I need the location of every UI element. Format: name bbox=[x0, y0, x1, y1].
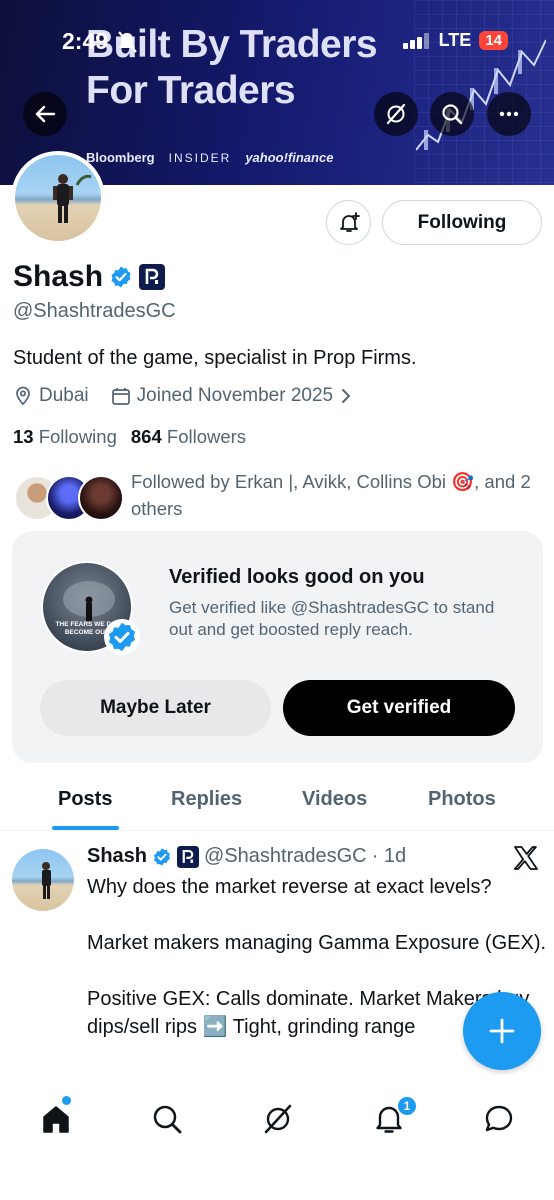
status-time: 2:49 bbox=[62, 28, 109, 54]
profile-meta: Dubai Joined November 2025 bbox=[13, 385, 353, 407]
home-icon bbox=[43, 1106, 69, 1133]
profile-avatar-image bbox=[53, 174, 92, 223]
profile-avatar[interactable] bbox=[11, 151, 105, 245]
profile-name: Shash bbox=[13, 260, 104, 293]
chevron-right-icon[interactable] bbox=[339, 388, 353, 404]
notify-button[interactable] bbox=[326, 200, 371, 245]
grok-icon bbox=[386, 103, 406, 125]
notification-count-badge: 1 bbox=[396, 1095, 418, 1117]
tab-posts[interactable]: Posts bbox=[58, 788, 112, 811]
search-nav-icon bbox=[153, 1105, 182, 1134]
status-indicators: LTE 14 bbox=[402, 30, 508, 51]
followers-count: 864 bbox=[130, 426, 162, 447]
follower-avatar-3 bbox=[78, 475, 124, 521]
nav-search[interactable] bbox=[147, 1101, 187, 1137]
promo-title: Verified looks good on you bbox=[169, 566, 425, 588]
verified-promo-card: THE FEARS WE DON'T BECOME OUR LI Verifie… bbox=[12, 531, 543, 763]
bottom-navigation: 1 bbox=[0, 1075, 554, 1200]
nav-grok[interactable] bbox=[258, 1101, 298, 1137]
tab-photos[interactable]: Photos bbox=[428, 788, 496, 811]
profile-joined[interactable]: Joined November 2025 bbox=[137, 385, 333, 407]
following-button[interactable]: Following bbox=[382, 200, 542, 245]
calendar-icon bbox=[111, 388, 130, 405]
location-icon bbox=[16, 386, 30, 406]
home-new-indicator bbox=[62, 1096, 71, 1105]
banner-logos: Bloomberg INSIDER yahoo!finance bbox=[86, 150, 333, 165]
x-logo-icon[interactable] bbox=[513, 846, 539, 870]
tab-replies[interactable]: Replies bbox=[171, 788, 242, 811]
more-options-button[interactable] bbox=[487, 92, 531, 136]
promo-description: Get verified like @ShashtradesGC to stan… bbox=[169, 598, 495, 639]
more-icon bbox=[499, 111, 519, 117]
profile-bio: Student of the game, specialist in Prop … bbox=[13, 347, 417, 369]
following-count: 13 bbox=[13, 426, 34, 447]
battery-indicator: 14 bbox=[479, 31, 508, 50]
follow-counts: 13 Following 864 Followers bbox=[13, 426, 246, 448]
post-author-name[interactable]: Shash bbox=[87, 845, 147, 868]
post-avatar[interactable] bbox=[12, 849, 74, 911]
back-button[interactable] bbox=[23, 92, 67, 136]
insider-logo: INSIDER bbox=[168, 150, 232, 165]
mute-bell-icon bbox=[118, 31, 137, 53]
post-verified-badge-icon bbox=[154, 847, 170, 866]
signal-icon bbox=[402, 32, 429, 49]
bloomberg-logo: Bloomberg bbox=[86, 150, 155, 165]
search-button[interactable] bbox=[430, 92, 474, 136]
maybe-later-button[interactable]: Maybe Later bbox=[40, 680, 271, 736]
followed-by-avatars[interactable] bbox=[14, 475, 124, 523]
grok-button[interactable] bbox=[374, 92, 418, 136]
profile-name-row: Shash bbox=[13, 260, 166, 294]
active-tab-indicator bbox=[52, 826, 119, 830]
yahoo-finance-logo: yahoo!finance bbox=[245, 150, 334, 165]
profile-tabs: Posts Replies Videos Photos bbox=[0, 770, 554, 831]
nav-messages[interactable] bbox=[479, 1101, 519, 1137]
post-affiliate-badge-icon bbox=[177, 845, 200, 868]
search-icon bbox=[442, 104, 463, 125]
post-time: · 1d bbox=[371, 845, 407, 867]
affiliate-badge-icon[interactable] bbox=[139, 264, 166, 290]
followers-count-link[interactable]: 864 Followers bbox=[131, 426, 246, 448]
compose-post-button[interactable] bbox=[463, 992, 541, 1070]
get-verified-button[interactable]: Get verified bbox=[283, 680, 515, 736]
nav-home[interactable] bbox=[36, 1101, 76, 1137]
promo-verified-badge-icon bbox=[104, 619, 140, 655]
following-count-link[interactable]: 13 Following bbox=[13, 426, 117, 448]
back-arrow-icon bbox=[35, 105, 56, 123]
followers-label: Followers bbox=[166, 426, 247, 447]
verified-badge-icon[interactable] bbox=[109, 265, 133, 289]
post-avatar-image bbox=[42, 862, 51, 899]
plus-icon bbox=[489, 1018, 515, 1044]
profile-handle: @ShashtradesGC bbox=[13, 300, 176, 322]
grok-nav-icon bbox=[264, 1104, 292, 1134]
following-label: Following bbox=[38, 426, 117, 447]
network-type: LTE bbox=[438, 30, 472, 50]
post-author-handle: @ShashtradesGC bbox=[204, 845, 367, 867]
tab-videos[interactable]: Videos bbox=[302, 788, 367, 811]
banner-headline-line2: For Traders bbox=[86, 69, 296, 112]
post-header: Shash @ShashtradesGC · 1d bbox=[87, 845, 406, 868]
messages-icon bbox=[485, 1105, 513, 1132]
profile-location: Dubai bbox=[39, 385, 89, 406]
followed-by-text[interactable]: Followed by Erkan |, Avikk, Collins Obi … bbox=[131, 468, 541, 522]
bell-plus-icon bbox=[339, 211, 360, 232]
